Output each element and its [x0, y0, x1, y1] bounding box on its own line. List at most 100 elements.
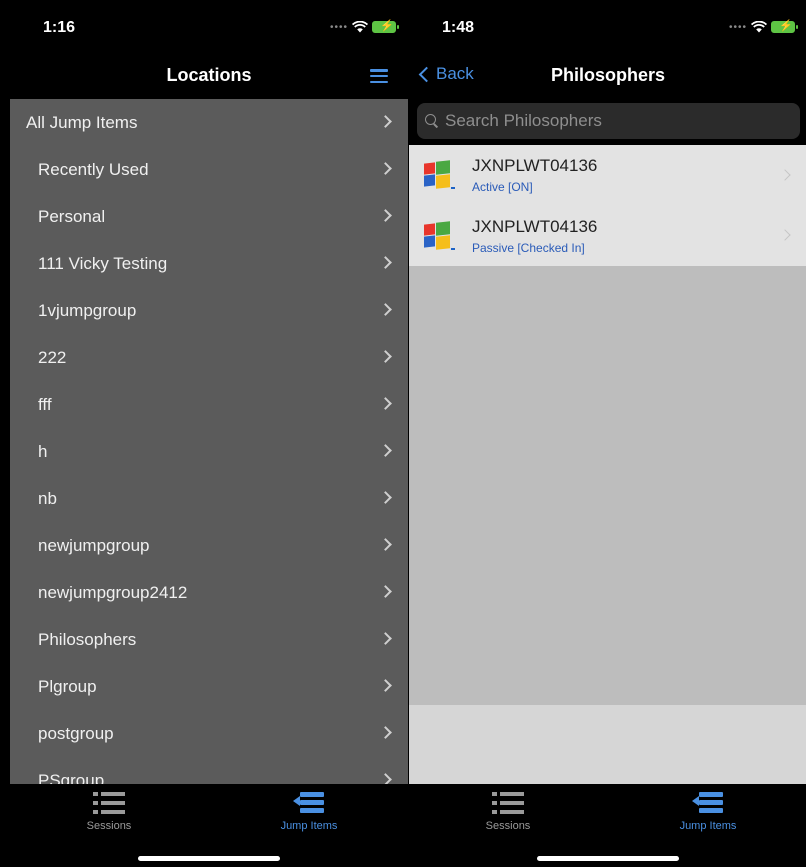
tab-jump-items[interactable]: Jump Items [648, 792, 768, 832]
battery-icon: ⚡ [372, 20, 399, 33]
jump-item-name: JXNPLWT04136 [472, 216, 598, 236]
location-label: Plgroup [38, 676, 97, 696]
location-row[interactable]: nb [10, 475, 408, 522]
home-indicator[interactable] [138, 856, 280, 861]
location-row[interactable]: fff [10, 381, 408, 428]
page-title: Locations [166, 65, 252, 85]
jump-item-row[interactable]: JXNPLWT04136 Active [ON] [409, 145, 806, 205]
status-time: 1:16 [43, 19, 76, 36]
jump-item-text: JXNPLWT04136 Passive [Checked In] [472, 217, 597, 255]
location-row[interactable]: 1vjumpgroup [10, 287, 408, 334]
tab-label: Jump Items [280, 820, 338, 832]
tab-jump-items[interactable]: Jump Items [249, 792, 369, 832]
chevron-right-icon [779, 229, 791, 241]
chevron-right-icon [379, 209, 392, 222]
search-input[interactable] [445, 111, 800, 131]
signal-icon: •••• [728, 21, 747, 33]
philosophers-screen: 1:48 •••• ⚡ Back Philosophers JXNPLWT041… [409, 7, 806, 867]
tab-bar: Sessions Jump Items [409, 784, 806, 867]
location-label: h [38, 441, 48, 461]
chevron-right-icon [379, 256, 392, 269]
location-label: nb [38, 488, 57, 508]
location-label: 222 [38, 347, 67, 367]
chevron-right-icon [379, 444, 392, 457]
location-label: Philosophers [38, 629, 137, 649]
nav-bar: Locations [10, 53, 408, 99]
location-row[interactable]: Philosophers [10, 616, 408, 663]
location-row[interactable]: 222 [10, 334, 408, 381]
tab-label: Jump Items [679, 820, 737, 832]
location-row[interactable]: PSgroup [10, 757, 408, 784]
list-icon [492, 792, 524, 814]
jump-item-status: Passive [Checked In] [472, 240, 585, 255]
location-row[interactable]: Plgroup [10, 663, 408, 710]
location-label: postgroup [38, 723, 114, 743]
battery-icon: ⚡ [771, 20, 798, 33]
page-title: Philosophers [550, 65, 666, 85]
chevron-right-icon [379, 679, 392, 692]
status-bar: 1:48 •••• ⚡ [409, 7, 806, 53]
chevron-right-icon [379, 773, 392, 784]
empty-area [409, 705, 806, 784]
location-label: 111 Vicky Testing [38, 253, 168, 273]
location-row[interactable]: newjumpgroup2412 [10, 569, 408, 616]
signal-icon: •••• [329, 21, 348, 33]
jump-items-content: JXNPLWT04136 Active [ON] JXNPLWT04136 Passi… [409, 145, 806, 784]
location-row[interactable]: Personal [10, 193, 408, 240]
search-box[interactable] [417, 103, 800, 139]
location-row[interactable]: 111 Vicky Testing [10, 240, 408, 287]
chevron-right-icon [379, 397, 392, 410]
chevron-right-icon [379, 115, 392, 128]
tab-sessions[interactable]: Sessions [49, 792, 169, 832]
location-label: 1vjumpgroup [38, 300, 137, 320]
wifi-icon [352, 21, 368, 33]
chevron-right-icon [379, 350, 392, 363]
location-row[interactable]: All Jump Items [10, 99, 408, 146]
location-label: Recently Used [38, 159, 149, 179]
wifi-icon [751, 21, 767, 33]
status-bar: 1:16 •••• ⚡ [10, 7, 408, 53]
chevron-right-icon [379, 585, 392, 598]
jump-item-status: Active [ON] [472, 180, 533, 194]
search-bar [409, 99, 806, 145]
chevron-right-icon [379, 303, 392, 316]
location-row[interactable]: postgroup [10, 710, 408, 757]
locations-screen: 1:16 •••• ⚡ Locations All Jump Items Rece… [10, 7, 408, 867]
locations-list: All Jump Items Recently Used Personal 111 V… [10, 99, 408, 784]
tab-sessions[interactable]: Sessions [448, 792, 568, 832]
location-label: fff [38, 394, 52, 414]
windows-icon [424, 220, 455, 251]
jump-server-icon [293, 792, 325, 814]
nav-bar: Back Philosophers [409, 53, 806, 99]
status-time: 1:48 [442, 19, 475, 36]
tab-label: Sessions [485, 820, 531, 832]
chevron-right-icon [379, 162, 392, 175]
chevron-right-icon [779, 169, 791, 181]
jump-item-name: JXNPLWT04136 [472, 156, 598, 175]
location-label: newjumpgroup2412 [38, 582, 188, 602]
search-icon [425, 114, 439, 128]
chevron-right-icon [379, 491, 392, 504]
location-label: PSgroup [38, 770, 105, 785]
chevron-right-icon [379, 726, 392, 739]
jump-server-icon [692, 792, 724, 814]
location-row[interactable]: h [10, 428, 408, 475]
jump-items-list: JXNPLWT04136 Active [ON] JXNPLWT04136 Passi… [409, 145, 806, 266]
tab-label: Sessions [86, 820, 132, 832]
chevron-right-icon [379, 632, 392, 645]
jump-item-row[interactable]: JXNPLWT04136 Passive [Checked In] [409, 205, 806, 266]
home-indicator[interactable] [537, 856, 679, 861]
windows-icon [424, 160, 455, 190]
chevron-right-icon [379, 538, 392, 551]
status-icons: •••• ⚡ [329, 20, 399, 33]
jump-item-text: JXNPLWT04136 Active [ON] [472, 156, 597, 194]
location-label: Personal [38, 206, 106, 226]
location-label: All Jump Items [26, 112, 138, 132]
menu-icon[interactable] [370, 69, 388, 83]
status-icons: •••• ⚡ [728, 20, 798, 33]
tab-bar: Sessions Jump Items [10, 784, 408, 867]
location-row[interactable]: Recently Used [10, 146, 408, 193]
location-label: newjumpgroup [38, 535, 150, 555]
location-row[interactable]: newjumpgroup [10, 522, 408, 569]
list-icon [93, 792, 125, 814]
